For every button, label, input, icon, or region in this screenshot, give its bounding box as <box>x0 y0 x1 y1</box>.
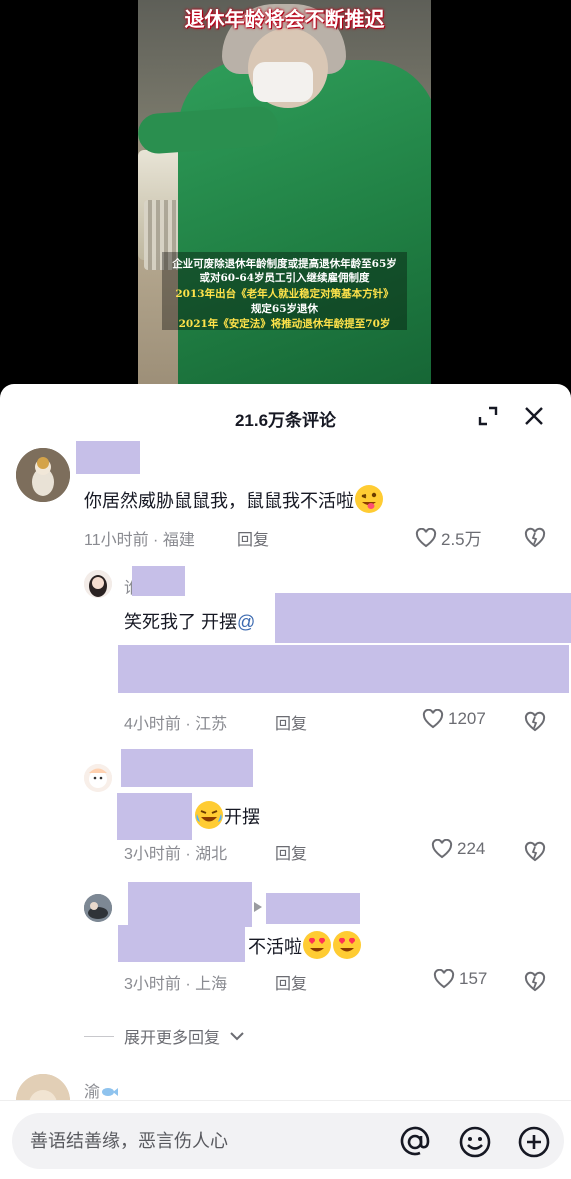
fish-icon <box>100 1085 119 1097</box>
avatar[interactable] <box>84 894 112 922</box>
username-redacted <box>132 566 185 596</box>
heart-icon <box>422 709 444 729</box>
comment-input[interactable] <box>30 1113 380 1169</box>
video-caption-line: 2013年出台《老年人就业稳定对策基本方针》 <box>175 288 394 300</box>
add-icon[interactable] <box>517 1125 551 1159</box>
like-count: 157 <box>459 969 488 988</box>
expand-more-replies-button[interactable]: 展开更多回复 <box>84 1024 244 1048</box>
heart-icon <box>433 969 455 989</box>
mention-redacted <box>275 593 571 643</box>
comment-text-content: 不活啦 <box>248 937 302 957</box>
next-comment-username-text: 渝 <box>84 1084 101 1101</box>
video-caption-line: 企业可废除退休年龄制度或提高退休年龄至65岁 <box>172 258 397 270</box>
video-caption-line: 规定65岁退休 <box>250 303 319 315</box>
emoji-icon[interactable] <box>458 1125 492 1159</box>
comment-input-container[interactable] <box>12 1113 564 1169</box>
expand-more-label: 展开更多回复 <box>124 1030 221 1047</box>
like-count: 224 <box>457 839 486 858</box>
avatar[interactable] <box>84 764 112 792</box>
like-button[interactable]: 1207 <box>422 709 486 729</box>
video-person-mask <box>253 62 313 102</box>
username-redacted <box>76 441 140 474</box>
dislike-icon[interactable] <box>524 970 546 992</box>
like-button[interactable]: 157 <box>433 969 487 989</box>
comment-input-bar <box>0 1100 571 1179</box>
comment-text-content: 笑死我了 开摆 <box>124 612 238 632</box>
mention-link[interactable]: @ <box>237 612 255 632</box>
comment-time-location: 11小时前 · 福建 <box>84 532 195 549</box>
heart-eyes-face-icon <box>302 930 332 960</box>
comment-text: 你居然威胁鼠鼠我，鼠鼠我不活啦 <box>84 484 384 514</box>
username-redacted <box>121 749 253 787</box>
chevron-down-icon <box>230 1032 244 1041</box>
dislike-icon[interactable] <box>524 710 546 732</box>
winking-face-with-tongue-icon <box>354 484 384 514</box>
heart-icon <box>415 527 437 547</box>
username-redacted <box>266 893 360 924</box>
video-title-caption: 退休年龄将会不断推迟 <box>184 9 385 31</box>
reply-button[interactable]: 回复 <box>275 840 307 864</box>
dislike-icon[interactable] <box>524 840 546 862</box>
video-caption-line: 2021年《安定法》将推动退休年龄提至70岁 <box>178 318 391 330</box>
comment-text-content: 你居然威胁鼠鼠我，鼠鼠我不活啦 <box>84 491 354 511</box>
like-button[interactable]: 224 <box>431 839 485 859</box>
video-frame[interactable]: 退休年龄将会不断推迟 企业可废除退休年龄制度或提高退休年龄至65岁 或对60-6… <box>138 0 431 390</box>
laughing-tears-face-icon <box>194 800 224 830</box>
reply-button[interactable]: 回复 <box>275 970 307 994</box>
video-caption-line: 或对60-64岁员工引入继续雇佣制度 <box>199 272 370 284</box>
like-count: 2.5万 <box>441 530 482 549</box>
comment-sheet: 21.6万条评论 你居然威胁鼠鼠我，鼠鼠我不活啦 11小时前 · 福建 回复 2… <box>0 384 571 1179</box>
reply-button[interactable]: 回复 <box>237 526 269 550</box>
at-icon[interactable] <box>398 1125 432 1159</box>
expand-icon[interactable] <box>474 402 502 430</box>
heart-icon <box>431 839 453 859</box>
reply-button[interactable]: 回复 <box>275 710 307 734</box>
comment-text-content: 开摆 <box>224 807 260 827</box>
divider <box>84 1035 114 1037</box>
avatar[interactable] <box>84 570 112 598</box>
text-redacted <box>118 925 245 962</box>
comment-text: 不活啦 <box>248 930 362 960</box>
comment-time-location: 4小时前 · 江苏 <box>124 716 228 733</box>
text-redacted <box>117 793 192 840</box>
video-player[interactable]: 退休年龄将会不断推迟 企业可废除退休年龄制度或提高退休年龄至65岁 或对60-6… <box>0 0 571 390</box>
text-redacted <box>118 645 569 693</box>
comment-time-location: 3小时前 · 上海 <box>124 976 228 993</box>
next-comment-username: 渝 <box>84 1078 119 1102</box>
avatar[interactable] <box>16 448 70 502</box>
close-icon[interactable] <box>520 402 548 430</box>
comment-time-location: 3小时前 · 湖北 <box>124 846 228 863</box>
dislike-icon[interactable] <box>524 526 546 548</box>
reply-arrow-icon <box>254 902 262 912</box>
username-redacted <box>128 882 252 927</box>
heart-eyes-face-icon <box>332 930 362 960</box>
like-count: 1207 <box>448 709 486 728</box>
comment-text: 笑死我了 开摆@ <box>124 608 255 634</box>
like-button[interactable]: 2.5万 <box>415 525 482 550</box>
comment-text: 开摆 <box>194 800 260 830</box>
